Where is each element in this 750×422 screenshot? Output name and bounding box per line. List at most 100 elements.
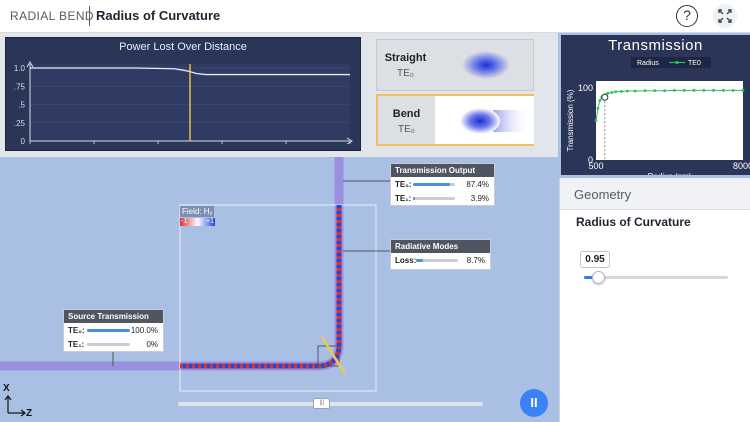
output-row-te1: TE₁: 3.9% — [391, 191, 494, 205]
transmission-y-label: Transmission (%) — [566, 89, 575, 151]
output-te0-bar — [413, 183, 450, 186]
transmission-y-tick: 100 — [578, 83, 593, 93]
mode-card-straight[interactable]: Straight TE₀ — [376, 39, 534, 91]
transmission-data-point — [741, 88, 745, 92]
mode-name: Bend — [392, 108, 421, 120]
transmission-chart: Transmission RadiusTE010005008000Radius … — [561, 35, 750, 175]
transmission-output-box: Transmission Output TE₀: 87.4% TE₁: 3.9% — [390, 163, 495, 206]
transmission-plot-area — [596, 81, 743, 160]
output-te0-label: TE₀: — [395, 180, 412, 189]
app-title: RADIAL BEND — [10, 9, 94, 23]
source-te0-label: TE₀: — [68, 326, 85, 335]
transmission-data-point — [643, 89, 647, 93]
radiative-modes-title: Radiative Modes — [391, 240, 490, 253]
radiative-loss-value: 8.7% — [466, 256, 485, 265]
page-title: Radius of Curvature — [96, 8, 221, 23]
power-chart-plot: 1.0 .75 .5 .25 0 — [14, 61, 353, 146]
transmission-data-point — [722, 88, 725, 92]
transmission-x-tick: 500 — [588, 161, 603, 171]
power-y-tick: .25 — [14, 119, 26, 128]
source-transmission-box: Source Transmission TE₀: 100.0% TE₁: 0% — [63, 309, 164, 352]
radiative-loss-bar — [416, 259, 423, 262]
radius-slider-track[interactable] — [584, 276, 728, 279]
power-y-tick: .5 — [18, 101, 25, 110]
source-te1-bar-track — [87, 343, 130, 346]
mode-field-bend — [435, 96, 534, 144]
fullscreen-button[interactable] — [713, 4, 737, 28]
source-te1-label: TE₁: — [68, 340, 85, 349]
field-pattern — [180, 205, 342, 369]
radiative-modes-box: Radiative Modes Loss: 8.7% — [390, 239, 491, 270]
power-y-tick: .75 — [14, 82, 26, 91]
transmission-data-point — [633, 89, 637, 93]
geometry-header[interactable]: Geometry — [560, 178, 750, 210]
source-row-te0: TE₀: 100.0% — [64, 323, 163, 337]
radius-slider-thumb[interactable] — [591, 271, 605, 284]
radius-slider-value: 0.95 — [580, 251, 610, 268]
transmission-data-point — [594, 119, 598, 122]
timeline-thumb[interactable]: ||| — [313, 398, 331, 409]
transmission-data-point — [673, 88, 676, 92]
transmission-data-point — [692, 88, 696, 92]
output-te1-bar-track — [413, 197, 455, 200]
legend-marker — [675, 60, 679, 65]
mode-card-bend[interactable]: Bend TE₀ — [376, 94, 534, 146]
output-te1-bar — [413, 197, 415, 200]
source-transmission-title: Source Transmission — [64, 310, 163, 323]
source-row-te1: TE₁: 0% — [64, 337, 163, 351]
transmission-data-point — [653, 89, 657, 93]
transmission-plot: RadiusTE010005008000Radius (nm)Transmiss… — [566, 57, 750, 175]
output-row-te0: TE₀: 87.4% — [391, 177, 494, 191]
axis-x-label: X — [3, 383, 10, 394]
mode-label: TE₀ — [398, 124, 415, 135]
transmission-data-point — [598, 98, 602, 102]
power-y-tick: 1.0 — [14, 64, 26, 73]
field-legend-title: Field: Hᵧ — [180, 206, 215, 217]
radius-of-curvature-label: Radius of Curvature — [576, 215, 691, 229]
title-separator — [89, 6, 90, 26]
field-legend: Field: Hᵧ -1 +1 — [180, 206, 215, 228]
transmission-data-point — [620, 90, 623, 93]
legend-label: Radius — [637, 60, 659, 67]
fullscreen-icon — [718, 9, 732, 23]
geometry-panel: Geometry Radius of Curvature — [559, 178, 750, 422]
transmission-data-point — [682, 88, 686, 92]
transmission-data-point — [731, 88, 735, 92]
radiative-loss-label: Loss: — [395, 256, 417, 265]
waveguide — [0, 157, 344, 371]
transmission-x-label: Radius (nm) — [648, 172, 692, 175]
mode-name: Straight — [384, 52, 427, 64]
axis-z-label: Z — [26, 408, 33, 419]
field-legend-max: +1 — [206, 218, 214, 225]
geometry-title: Geometry — [574, 187, 632, 202]
field-legend-min: -1 — [181, 218, 188, 225]
output-te1-value: 3.9% — [470, 194, 489, 203]
axis-indicator — [4, 395, 26, 417]
app-header: RADIAL BEND Radius of Curvature ? — [0, 0, 750, 33]
source-te0-value: 100.0% — [130, 326, 158, 335]
transmission-x-tick: 8000 — [733, 161, 750, 171]
mode-field-straight — [434, 40, 533, 90]
transmission-data-point — [610, 91, 614, 94]
transmission-data-point — [596, 106, 600, 110]
pause-button[interactable]: II — [520, 389, 548, 417]
transmission-data-point — [625, 89, 629, 93]
source-te1-value: 0% — [146, 340, 158, 349]
timeline-track[interactable] — [178, 402, 483, 406]
source-te0-bar — [87, 329, 130, 332]
transmission-data-point — [606, 91, 610, 95]
transmission-data-point — [702, 88, 706, 92]
field-pattern-blue — [180, 205, 342, 369]
transmission-data-point — [614, 90, 617, 94]
transmission-data-point — [712, 88, 715, 92]
current-radius-marker — [601, 93, 609, 101]
mode-label: TE₀ — [397, 68, 414, 79]
transmission-output-title: Transmission Output — [391, 164, 494, 177]
power-y-tick: 0 — [21, 137, 26, 146]
help-button[interactable]: ? — [676, 5, 698, 27]
transmission-data-point — [663, 89, 666, 93]
power-lost-chart: Power Lost Over Distance 1.0.75.5.25 0 — [5, 37, 361, 151]
radiative-loss-row: Loss: 8.7% — [391, 253, 490, 269]
output-te1-label: TE₁: — [395, 194, 412, 203]
output-te0-value: 87.4% — [466, 180, 489, 189]
